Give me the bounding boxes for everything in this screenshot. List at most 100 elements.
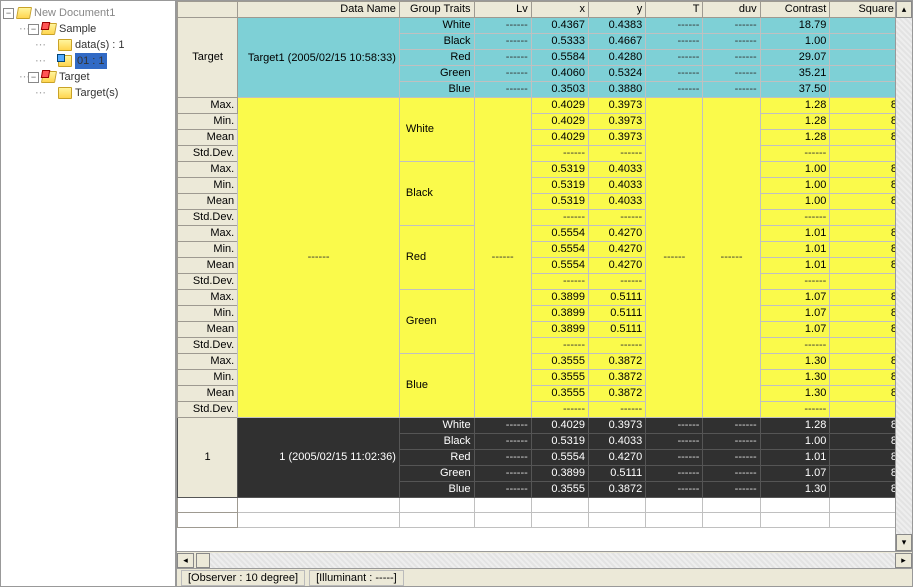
scroll-left-icon[interactable]: ◂: [177, 553, 194, 568]
cell: ------: [589, 402, 646, 418]
cell: 1.07: [760, 306, 830, 322]
cell: 84.21: [830, 178, 895, 194]
cell: Blue: [399, 354, 474, 418]
table-row[interactable]: 11 (2005/02/15 11:02:36)White------0.402…: [178, 418, 896, 434]
cell: [399, 513, 474, 528]
tree-item-label: Target(s): [75, 85, 118, 101]
cell: 0.3973: [589, 130, 646, 146]
vertical-scrollbar[interactable]: ▴ ▾: [895, 1, 912, 551]
column-header[interactable]: Contrast: [760, 2, 830, 18]
cell: [646, 513, 703, 528]
cell: White: [399, 18, 474, 34]
cell: [760, 513, 830, 528]
cell: 1.01: [760, 450, 830, 466]
tree-item[interactable]: ⋯+data(s) : 1: [3, 37, 173, 53]
tree-item-label: Target: [59, 69, 90, 85]
cell: Min.: [178, 114, 238, 130]
cell: 84.21: [830, 322, 895, 338]
cell: ------: [830, 34, 895, 50]
cell: 0.4270: [589, 258, 646, 274]
cell: Min.: [178, 370, 238, 386]
data-grid[interactable]: Data NameGroup TraitsLvxyTduvContrastSqu…: [177, 1, 895, 551]
cell: [589, 513, 646, 528]
cell: White: [399, 418, 474, 434]
cell: 1 (2005/02/15 11:02:36): [238, 418, 400, 498]
cell: 0.5554: [531, 450, 588, 466]
cell: 84.21: [830, 386, 895, 402]
scroll-track[interactable]: [896, 18, 912, 534]
table-row: [178, 498, 896, 513]
cell: Red: [399, 226, 474, 290]
cell: ------: [474, 482, 531, 498]
cell: 0.5319: [531, 434, 588, 450]
tree-item[interactable]: ⋯−Sample: [3, 21, 173, 37]
collapse-icon[interactable]: −: [28, 24, 39, 35]
cell: ------: [830, 82, 895, 98]
scroll-thumb[interactable]: [196, 553, 210, 568]
tree-item[interactable]: ⋯+01 : 1: [3, 53, 173, 69]
cell: 0.3899: [531, 290, 588, 306]
cell: ------: [830, 274, 895, 290]
cell: 0.4033: [589, 434, 646, 450]
column-header[interactable]: y: [589, 2, 646, 18]
cell: Green: [399, 290, 474, 354]
column-header[interactable]: T: [646, 2, 703, 18]
cell: [178, 498, 238, 513]
cell: 1.00: [760, 194, 830, 210]
cell: [399, 498, 474, 513]
cell: 0.3872: [589, 354, 646, 370]
cell: 84.21: [830, 98, 895, 114]
column-header[interactable]: [178, 2, 238, 18]
tree-root[interactable]: − New Document1: [3, 5, 173, 21]
cell: 0.4029: [531, 130, 588, 146]
cell: 84.21: [830, 242, 895, 258]
cell: ------: [474, 34, 531, 50]
cell: 0.4270: [589, 226, 646, 242]
scroll-down-icon[interactable]: ▾: [896, 534, 912, 551]
cell: 0.5554: [531, 258, 588, 274]
cell: Green: [399, 66, 474, 82]
scroll-track[interactable]: [210, 553, 895, 568]
tree-item-label: data(s) : 1: [75, 37, 125, 53]
cell: 37.50: [760, 82, 830, 98]
cell: ------: [760, 210, 830, 226]
cell: 1.28: [760, 418, 830, 434]
column-header[interactable]: Group Traits: [399, 2, 474, 18]
tree-item[interactable]: ⋯+Target(s): [3, 85, 173, 101]
cell: [703, 513, 760, 528]
column-header[interactable]: Square ratio: [830, 2, 895, 18]
scroll-right-icon[interactable]: ▸: [895, 553, 912, 568]
column-header[interactable]: duv: [703, 2, 760, 18]
scroll-up-icon[interactable]: ▴: [896, 1, 912, 18]
horizontal-scrollbar[interactable]: ◂ ▸: [177, 551, 912, 568]
cell: ------: [830, 18, 895, 34]
cell: ------: [646, 466, 703, 482]
cell: 84.21: [830, 466, 895, 482]
cell: 1.30: [760, 354, 830, 370]
cell: Mean: [178, 386, 238, 402]
cell: 84.21: [830, 226, 895, 242]
table-row[interactable]: TargetTarget1 (2005/02/15 10:58:33)White…: [178, 18, 896, 34]
column-header[interactable]: x: [531, 2, 588, 18]
cell: ------: [703, 466, 760, 482]
cell: 1.01: [760, 242, 830, 258]
cell: [703, 498, 760, 513]
tree-item-label: 01 : 1: [75, 53, 107, 69]
cell: ------: [474, 82, 531, 98]
column-header[interactable]: Data Name: [238, 2, 400, 18]
collapse-icon[interactable]: −: [28, 72, 39, 83]
cell: [238, 513, 400, 528]
cell: 0.3899: [531, 466, 588, 482]
cell: 84.21: [830, 370, 895, 386]
column-header[interactable]: Lv: [474, 2, 531, 18]
cell: ------: [646, 98, 703, 418]
cell: ------: [474, 418, 531, 434]
cell: [830, 513, 895, 528]
cell: ------: [646, 34, 703, 50]
table-row[interactable]: Max.------White------0.40290.3973-------…: [178, 98, 896, 114]
cell: ------: [646, 450, 703, 466]
cell: 0.4270: [589, 450, 646, 466]
cell: White: [399, 98, 474, 162]
tree-item[interactable]: ⋯−Target: [3, 69, 173, 85]
collapse-icon[interactable]: −: [3, 8, 14, 19]
